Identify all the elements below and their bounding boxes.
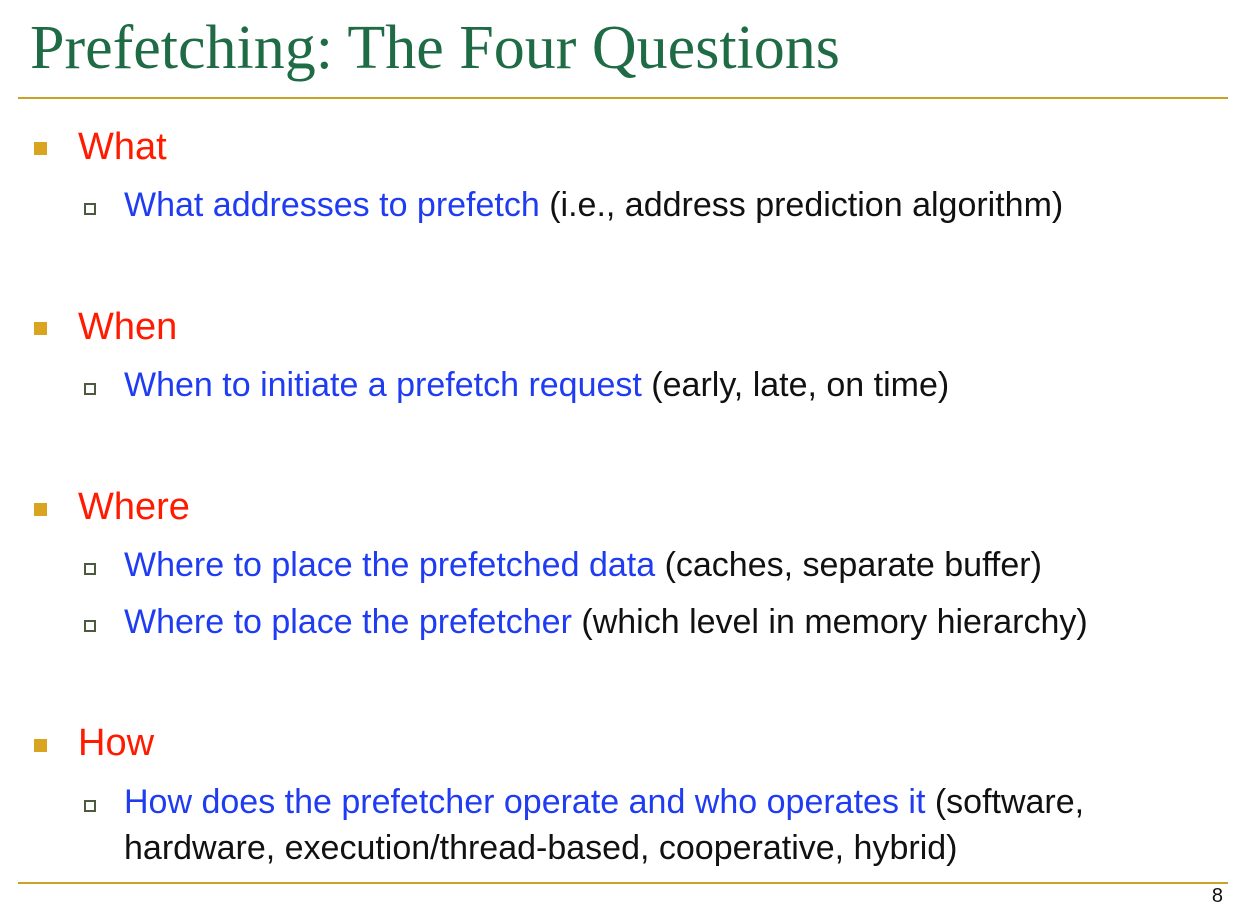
footer-divider (18, 882, 1228, 884)
item-detail: (early, late, on time) (641, 366, 950, 404)
sub-bullet-square (84, 383, 96, 395)
sub-bullet-square (84, 203, 96, 215)
section-when-item-1: When to initiate a prefetch request (ear… (124, 362, 949, 408)
main-bullet-square (34, 322, 47, 335)
sub-bullet-square (84, 620, 96, 632)
section-where-item-2: Where to place the prefetcher (which lev… (124, 599, 1088, 645)
sub-bullet-square (84, 563, 96, 575)
sub-bullet-square (84, 800, 96, 812)
section-label-how: How (78, 722, 155, 764)
page-number: 8 (1211, 885, 1223, 907)
section-where-item-1: Where to place the prefetched data (cach… (124, 542, 1042, 588)
item-detail: (caches, separate buffer) (655, 546, 1042, 584)
item-detail: (i.e., address prediction algorithm) (539, 186, 1064, 224)
section-label-when: When (78, 306, 178, 348)
section-what-item-1: What addresses to prefetch (i.e., addres… (124, 182, 1063, 228)
section-label-what: What (78, 126, 167, 168)
slide-title: Prefetching: The Four Questions (30, 14, 840, 82)
title-divider (18, 97, 1228, 99)
section-label-where: Where (78, 486, 190, 528)
item-highlight: What addresses to prefetch (124, 186, 540, 224)
main-bullet-square (34, 503, 47, 516)
item-highlight: How does the prefetcher operate and who … (124, 783, 926, 821)
main-bullet-square (34, 739, 47, 752)
item-highlight: When to initiate a prefetch request (124, 366, 642, 404)
item-detail: (which level in memory hierarchy) (571, 603, 1088, 641)
section-how-item-1: How does the prefetcher operate and who … (124, 779, 1244, 871)
item-highlight: Where to place the prefetcher (124, 603, 572, 641)
item-highlight: Where to place the prefetched data (124, 546, 656, 584)
main-bullet-square (34, 142, 47, 155)
